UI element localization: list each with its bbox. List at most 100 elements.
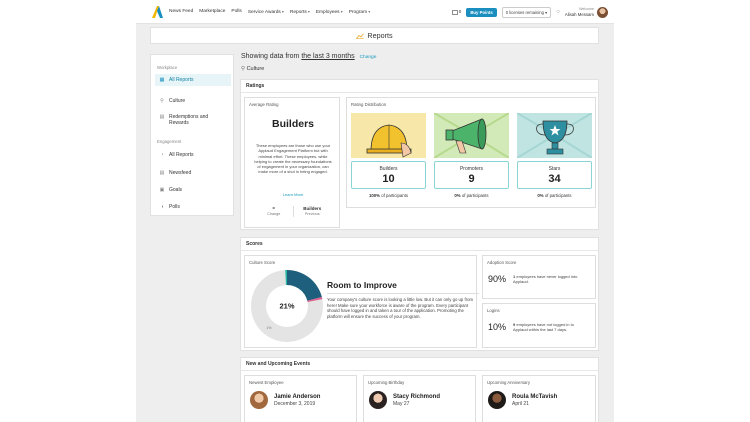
tile-stars: Stars 34 0% of participants bbox=[517, 113, 592, 198]
sidebar-item-label: Polls bbox=[169, 204, 180, 210]
date-range-filter: Showing data from the last 3 months Chan… bbox=[241, 53, 376, 60]
nav-reports[interactable]: Reports bbox=[290, 9, 310, 15]
sidebar-item-label: All Reports bbox=[169, 77, 194, 83]
average-rating-description: These employees are those who use your A… bbox=[254, 143, 332, 175]
logins-text: 9 employees have not logged in to Applau… bbox=[513, 322, 574, 333]
previous-stat: Builders Previous bbox=[294, 206, 332, 217]
avatar bbox=[369, 391, 387, 409]
licenses-dropdown[interactable]: 0 licenses remaining ▾ bbox=[501, 6, 552, 18]
bell-icon[interactable]: ○ bbox=[556, 9, 560, 15]
logins-title: Logins bbox=[487, 308, 500, 313]
user-text: Welcome Alisah Messam bbox=[565, 7, 594, 17]
event-details: Stacy Richmond May 27 bbox=[393, 394, 440, 407]
cart-count: 0 bbox=[458, 9, 462, 15]
event-title: Upcoming Birthday bbox=[368, 380, 405, 385]
adoption-score-row: 90% 1 employees have never logged into A… bbox=[488, 274, 583, 284]
learn-more-link[interactable]: Learn More bbox=[245, 192, 341, 197]
pin-icon: ⚲ bbox=[160, 98, 164, 104]
poll-icon: ◑ bbox=[160, 204, 164, 210]
event-row: Jamie Anderson December 3, 2019 bbox=[250, 391, 320, 409]
event-title: Newest Employee bbox=[249, 380, 284, 385]
avatar bbox=[250, 391, 268, 409]
avatar bbox=[488, 391, 506, 409]
topbar-actions: 0 Buy Points 0 licenses remaining ▾ ○ We… bbox=[451, 0, 608, 24]
event-details: Jamie Anderson December 3, 2019 bbox=[274, 394, 320, 407]
sidebar-item-all-reports[interactable]: ▦ All Reports bbox=[155, 74, 231, 86]
main-nav: News Feed Marketplace Polls Service Awar… bbox=[169, 9, 370, 15]
tile-builders-box: Builders 10 bbox=[351, 161, 426, 189]
average-rating-footer: = Change Builders Previous bbox=[255, 206, 331, 217]
tile-value: 34 bbox=[548, 173, 561, 185]
event-date: April 21 bbox=[512, 400, 529, 407]
rating-distribution-card: Rating Distribution Builders 10 100% of … bbox=[346, 97, 596, 208]
culture-score-heading: Room to Improve bbox=[327, 280, 397, 290]
sidebar-item-redemptions[interactable]: ▤ Redemptions and Rewards bbox=[155, 111, 231, 129]
culture-score-title: Culture Score bbox=[249, 260, 276, 265]
gift-icon: ▤ bbox=[159, 114, 165, 120]
applaud-logo[interactable] bbox=[151, 5, 163, 18]
scores-title: Scores bbox=[241, 238, 598, 251]
sidebar-item-label: All Reports bbox=[169, 152, 194, 158]
tile-percent: 0% of participants bbox=[537, 193, 572, 198]
tile-promoters-box: Promoters 9 bbox=[434, 161, 509, 189]
average-rating-title: Average Rating bbox=[249, 102, 279, 107]
change-range-link[interactable]: Change bbox=[360, 55, 377, 60]
event-person-name: Jamie Anderson bbox=[274, 393, 321, 400]
date-range-link[interactable]: the last 3 months bbox=[301, 53, 354, 60]
page-title: Reports bbox=[367, 31, 393, 40]
category-label: ⚲ Culture bbox=[241, 66, 264, 72]
sidebar-heading-workplace: Workplace bbox=[157, 65, 178, 70]
feed-icon: ▤ bbox=[159, 170, 165, 176]
ratings-panel: Ratings Average Rating Builders These em… bbox=[240, 79, 599, 230]
sidebar-heading-engagement: Engagement bbox=[157, 139, 182, 144]
average-rating-card: Average Rating Builders These employees … bbox=[244, 97, 340, 228]
nav-marketplace[interactable]: Marketplace bbox=[199, 9, 225, 15]
event-card-newest-employee: Newest Employee Jamie Anderson December … bbox=[244, 375, 357, 422]
adoption-score-card: Adoption Score 90% 1 employees have neve… bbox=[482, 255, 596, 299]
culture-score-donut: 21% 1% bbox=[251, 269, 323, 342]
tile-name: Promoters bbox=[459, 166, 484, 172]
tile-builders: Builders 10 100% of participants bbox=[351, 113, 426, 198]
cart-button[interactable]: 0 bbox=[451, 9, 462, 15]
nav-program[interactable]: Program bbox=[349, 9, 371, 15]
user-menu[interactable]: Welcome Alisah Messam bbox=[565, 6, 608, 18]
megaphone-icon bbox=[434, 113, 509, 158]
sidebar-item-newsfeed[interactable]: ▤ Newsfeed bbox=[155, 167, 231, 179]
rating-distribution-title: Rating Distribution bbox=[351, 102, 387, 107]
buy-points-button[interactable]: Buy Points bbox=[466, 7, 497, 17]
nav-news-feed[interactable]: News Feed bbox=[169, 9, 193, 15]
avatar bbox=[597, 6, 608, 18]
change-stat: = Change bbox=[255, 206, 294, 217]
ratings-title: Ratings bbox=[241, 80, 598, 93]
nav-polls[interactable]: Polls bbox=[231, 9, 241, 15]
top-navigation-bar: News Feed Marketplace Polls Service Awar… bbox=[136, 0, 614, 24]
filter-prefix: Showing data from bbox=[241, 53, 300, 60]
sidebar-item-polls[interactable]: ◑ Polls bbox=[155, 201, 231, 213]
hard-hat-icon bbox=[351, 113, 426, 158]
donut-small-label: 1% bbox=[266, 326, 271, 330]
event-card-upcoming-birthday: Upcoming Birthday Stacy Richmond May 27 bbox=[363, 375, 476, 422]
sidebar-item-engagement-all-reports[interactable]: ◔ All Reports bbox=[155, 149, 231, 161]
sidebar-item-label: Redemptions and Rewards bbox=[169, 114, 209, 126]
goal-icon: ▣ bbox=[159, 187, 165, 193]
nav-service-awards[interactable]: Service Awards bbox=[248, 9, 284, 15]
event-date: December 3, 2019 bbox=[274, 400, 316, 407]
trophy-icon bbox=[517, 113, 592, 158]
sidebar-item-culture[interactable]: ⚲ Culture bbox=[155, 95, 231, 107]
event-date: May 27 bbox=[393, 400, 410, 407]
tile-percent: 100% of participants bbox=[369, 193, 408, 198]
event-person-name: Stacy Richmond bbox=[393, 393, 441, 400]
event-row: Roula McTavish April 21 bbox=[488, 391, 557, 409]
sidebar-item-goals[interactable]: ▣ Goals bbox=[155, 184, 231, 196]
nav-employees[interactable]: Employees bbox=[316, 9, 343, 15]
divider bbox=[327, 293, 479, 294]
event-title: Upcoming Anniversary bbox=[487, 380, 530, 385]
reports-sidebar: Workplace ▦ All Reports ⚲ Culture ▤ Rede… bbox=[150, 54, 234, 216]
scores-panel: Scores Culture Score 21% 1% Room to Impr… bbox=[240, 237, 599, 351]
logins-row: 10% 9 employees have not logged in to Ap… bbox=[488, 322, 583, 332]
culture-score-description: Your company's culture score is looking … bbox=[327, 297, 474, 319]
event-row: Stacy Richmond May 27 bbox=[369, 391, 440, 409]
chevron-down-icon: ▾ bbox=[545, 9, 548, 15]
tile-stars-box: Stars 34 bbox=[517, 161, 592, 189]
tile-promoters: Promoters 9 0% of participants bbox=[434, 113, 509, 198]
